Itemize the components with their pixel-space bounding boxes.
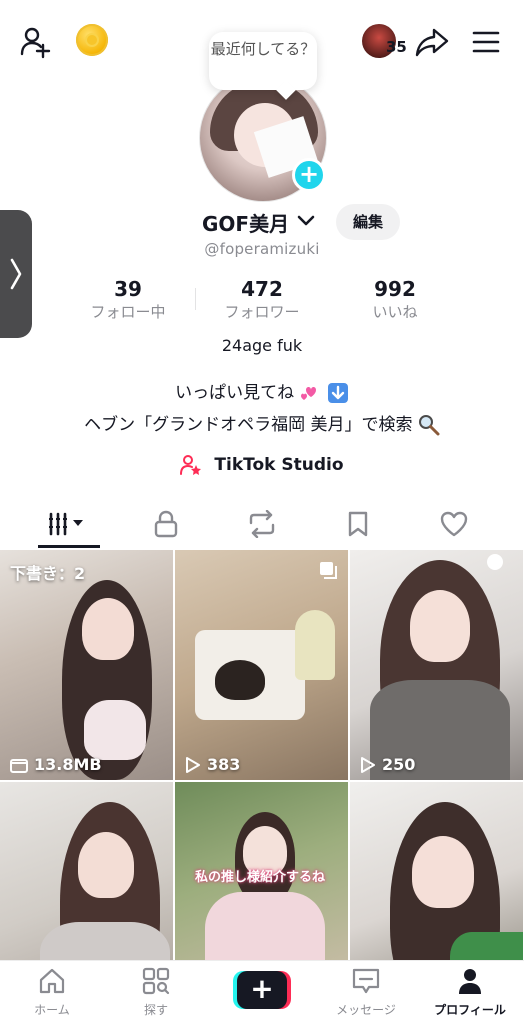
profile-icon (459, 969, 481, 994)
plus-icon: + (237, 971, 287, 1009)
magnifier-icon (418, 415, 440, 436)
tab-favorites[interactable] (328, 506, 388, 542)
video-tile[interactable]: 383 (175, 550, 348, 780)
drafts-tile[interactable]: 下書き：2 13.8MB (0, 550, 173, 780)
menu-icon[interactable] (466, 22, 506, 62)
create-button[interactable]: + (233, 971, 291, 1009)
nav-messages[interactable]: メッセージ (326, 967, 406, 1018)
videos-grid-icon (49, 512, 83, 536)
tiktok-studio-link[interactable]: TikTok Studio (0, 454, 524, 476)
share-icon[interactable] (412, 22, 452, 62)
nav-home[interactable]: ホーム (12, 967, 92, 1018)
stats-row: 39 フォロー中 472 フォロワー 992 いいね (0, 276, 524, 326)
add-story-plus-icon[interactable]: + (292, 158, 326, 192)
notification-count: 35 (386, 38, 407, 56)
video-tile[interactable]: 250 (350, 550, 523, 780)
draft-size: 13.8MB (10, 755, 102, 774)
heart-icon (440, 511, 468, 537)
tab-liked[interactable] (424, 506, 484, 542)
edit-profile-button[interactable]: 編集 (336, 204, 400, 240)
studio-person-star-icon (180, 455, 202, 475)
bio-line-3: ヘブン「グランドオペラ福岡 美月」で検索 (0, 410, 524, 436)
play-icon (361, 756, 375, 773)
home-icon (39, 968, 65, 994)
nav-discover[interactable]: 探す (116, 967, 196, 1018)
content-tabs (0, 500, 524, 548)
message-icon (352, 968, 380, 994)
chevron-down-icon[interactable] (296, 214, 316, 228)
active-tab-indicator (38, 545, 100, 548)
add-user-icon[interactable] (16, 22, 56, 62)
note-bubble[interactable]: 最近何してる？ (209, 32, 317, 90)
stat-followers[interactable]: 472 フォロワー (202, 276, 322, 322)
video-grid: 下書き：2 13.8MB 383 250 私の推し様紹介するね (0, 550, 524, 1012)
nav-profile[interactable]: プロフィール (430, 967, 510, 1018)
two-hearts-icon (300, 387, 316, 400)
drafts-count: 下書き：2 (10, 564, 86, 583)
play-icon (186, 756, 200, 773)
video-overlay-caption: 私の推し様紹介するね (195, 870, 326, 885)
bottom-nav: ホーム 探す + メッセージ プロフィール (0, 960, 524, 1024)
pinned-dot (487, 554, 503, 570)
stat-likes[interactable]: 992 いいね (335, 276, 455, 322)
repost-icon (249, 510, 275, 538)
tab-private[interactable] (136, 506, 196, 542)
divider (195, 288, 196, 310)
folder-icon (10, 758, 28, 773)
tab-reposts[interactable] (232, 506, 292, 542)
tab-videos[interactable] (40, 506, 100, 542)
coin-icon[interactable] (76, 24, 108, 56)
username-handle: @foperamizuki (204, 240, 320, 258)
down-arrow-icon (327, 383, 348, 403)
view-count: 383 (185, 755, 240, 774)
display-name[interactable]: GOF美月 (202, 208, 289, 237)
lock-icon (154, 510, 178, 538)
multi-photo-icon (320, 562, 337, 579)
bookmark-icon (348, 511, 368, 537)
bio-line-2: いっぱい見てね (0, 378, 524, 404)
discover-grid-icon (142, 967, 170, 995)
view-count: 250 (360, 755, 415, 774)
name-row: GOF美月 編集 (0, 204, 524, 240)
bio-line-1: 24age fuk (221, 336, 303, 355)
stat-following[interactable]: 39 フォロー中 (68, 276, 188, 322)
